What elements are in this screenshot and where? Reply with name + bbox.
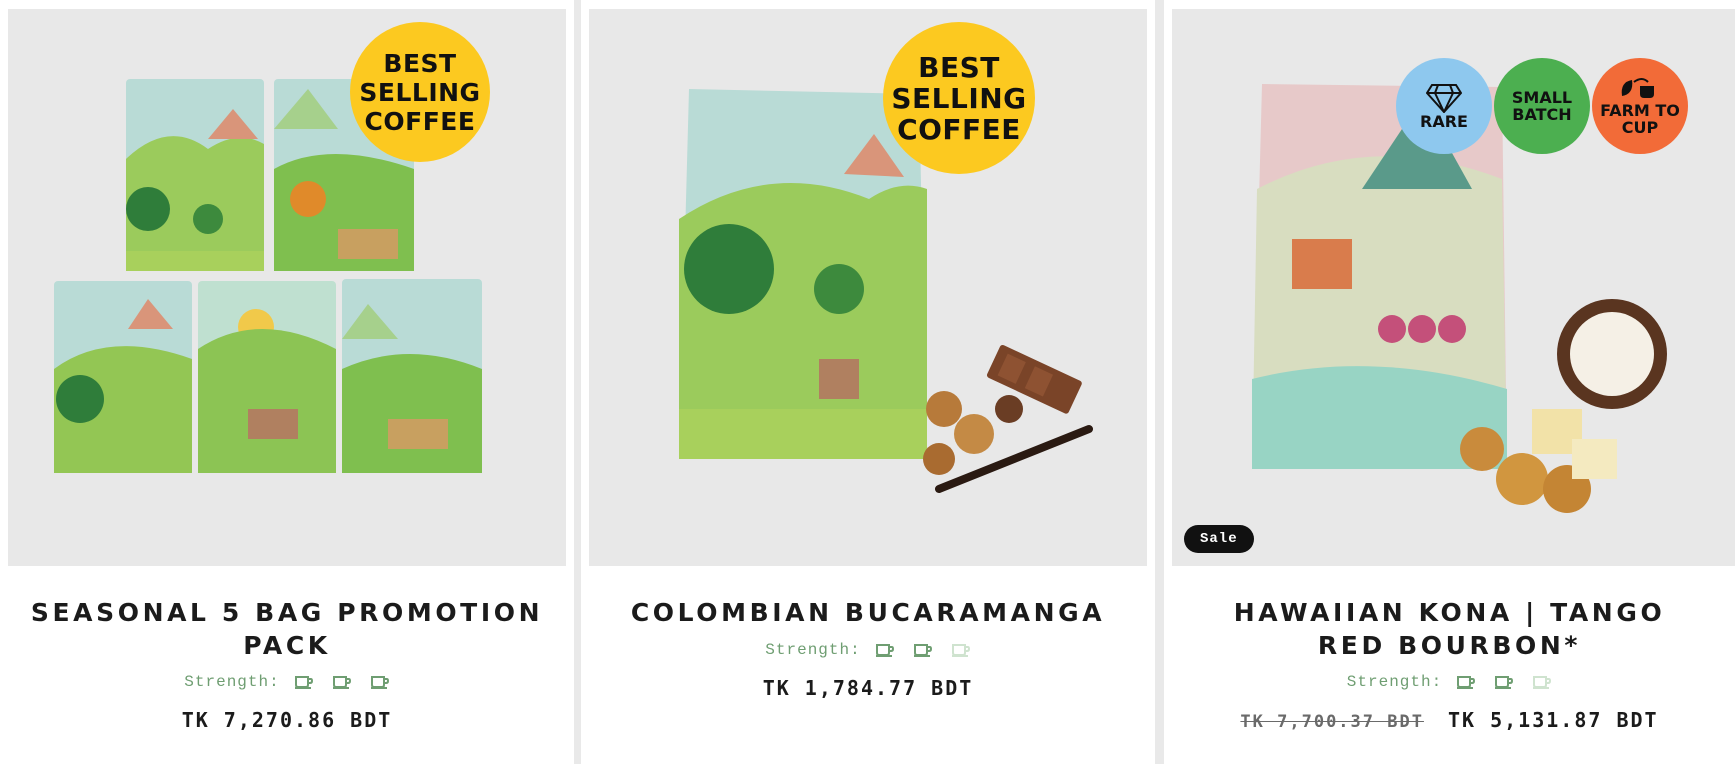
- diamond-icon: [1426, 83, 1462, 113]
- farm-to-cup-badge: FARM TO CUP: [1592, 58, 1688, 154]
- product-title[interactable]: Seasonal 5 Bag Promotion Pack: [20, 596, 554, 662]
- strength-label: Strength:: [1346, 673, 1443, 691]
- product-price: TK 1,784.77 BDT: [762, 676, 974, 700]
- cup-icon: [1457, 676, 1476, 689]
- cup-icon: [913, 644, 932, 657]
- small-batch-badge: SMALL BATCH: [1494, 58, 1590, 154]
- rare-badge: RARE: [1396, 58, 1492, 154]
- best-selling-badge: BEST SELLING COFFEE: [883, 22, 1035, 174]
- leaf-cup-icon: [1621, 78, 1654, 98]
- badge-line: COFFEE: [897, 112, 1021, 146]
- strength-label: Strength:: [765, 641, 861, 659]
- cup-icon-empty: [951, 644, 970, 657]
- cup-icon: [294, 676, 313, 689]
- price-row: TK 7,270.86 BDT: [0, 708, 574, 732]
- cup-icon: [332, 676, 351, 689]
- cup-icon-empty: [1533, 676, 1552, 689]
- strength-rating: Strength:: [581, 641, 1155, 659]
- badge-line: BEST: [383, 48, 457, 78]
- cup-icon: [1495, 676, 1514, 689]
- badge-line: BATCH: [1512, 105, 1572, 124]
- strength-rating: Strength:: [1164, 673, 1735, 691]
- price-row: TK 1,784.77 BDT: [581, 676, 1155, 700]
- product-image[interactable]: BEST SELLING COFFEE: [8, 9, 566, 566]
- badge-line: SMALL: [1511, 88, 1573, 107]
- badge-line: CUP: [1621, 118, 1659, 137]
- best-selling-badge: BEST SELLING COFFEE: [350, 22, 490, 162]
- badge-line: RARE: [1420, 111, 1468, 131]
- cup-icon: [370, 676, 389, 689]
- badge-line: SELLING: [359, 77, 481, 107]
- product-card[interactable]: BEST SELLING COFFEE Seasonal 5 Bag Promo…: [0, 0, 574, 764]
- badge-line: COFFEE: [364, 106, 476, 136]
- badge-line: FARM TO: [1600, 101, 1680, 120]
- strength-label: Strength:: [184, 673, 280, 691]
- compare-price: TK 7,700.37 BDT: [1240, 712, 1424, 732]
- badge-line: BEST: [918, 50, 1000, 84]
- product-title[interactable]: Colombian Bucaramanga: [601, 596, 1135, 629]
- strength-rating: Strength:: [0, 673, 574, 691]
- product-card[interactable]: BEST SELLING COFFEE Colombian Bucaramang…: [581, 0, 1155, 764]
- sale-badge: Sale: [1184, 525, 1254, 553]
- product-image[interactable]: BEST SELLING COFFEE: [589, 9, 1147, 566]
- product-title[interactable]: Hawaiian Kona | Tango Red Bourbon*: [1200, 596, 1699, 662]
- price-row: TK 7,700.37 BDT TK 5,131.87 BDT: [1164, 708, 1735, 732]
- product-card[interactable]: RARE SMALL BATCH FARM TO CUP Sale Hawaii…: [1164, 0, 1735, 764]
- sale-price: TK 5,131.87 BDT: [1447, 708, 1659, 732]
- product-image[interactable]: RARE SMALL BATCH FARM TO CUP Sale: [1172, 9, 1735, 566]
- product-price: TK 7,270.86 BDT: [181, 708, 393, 732]
- coffee-bag-illustration: [679, 89, 1093, 493]
- badge-line: SELLING: [891, 81, 1027, 115]
- cup-icon: [875, 644, 894, 657]
